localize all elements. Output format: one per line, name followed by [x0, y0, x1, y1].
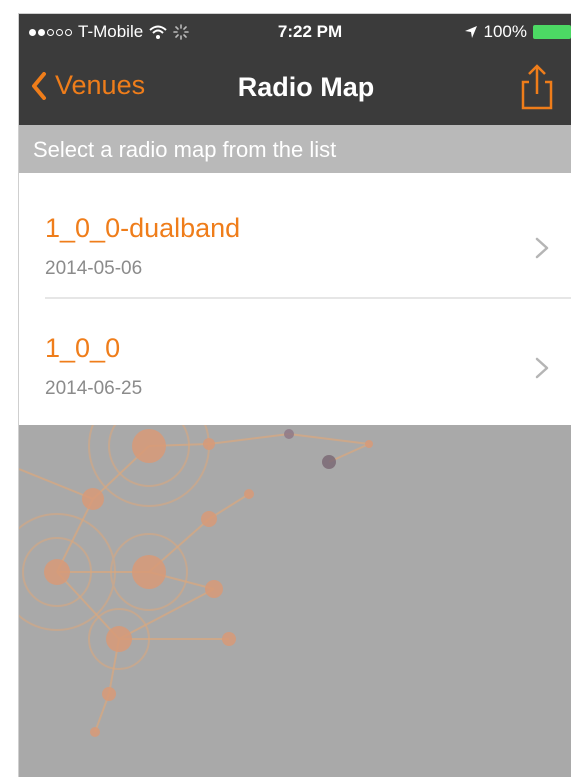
list-item[interactable]: 1_0_0-dualband 2014-05-06: [19, 173, 571, 299]
list-item-date: 2014-06-25: [45, 378, 143, 399]
list-item-title: 1_0_0-dualband: [45, 213, 241, 243]
navigation-bar: Venues Radio Map: [19, 52, 571, 125]
chevron-right-icon: [535, 237, 549, 259]
list-item-title: 1_0_0: [45, 333, 121, 363]
status-bar: T-Mobile 7:22 PM 100%: [19, 14, 571, 52]
battery-icon: [533, 25, 571, 39]
list-item-date: 2014-05-06: [45, 258, 143, 279]
share-icon[interactable]: [515, 62, 559, 112]
subheader-text: Select a radio map from the list: [33, 137, 337, 162]
radio-map-list: 1_0_0-dualband 2014-05-06 1_0_0 2014-06-…: [19, 173, 571, 425]
status-right: 100%: [464, 22, 571, 42]
page-title: Radio Map: [237, 72, 375, 102]
list-item[interactable]: 1_0_0 2014-06-25: [19, 299, 571, 425]
location-arrow-icon: [464, 26, 477, 38]
top-bar: T-Mobile 7:22 PM 100% Venues Radio Map: [19, 14, 571, 125]
subheader: Select a radio map from the list: [19, 125, 571, 173]
screenshot-frame: T-Mobile 7:22 PM 100% Venues Radio Map S…: [0, 0, 571, 777]
app-screen: T-Mobile 7:22 PM 100% Venues Radio Map S…: [19, 14, 571, 777]
chevron-right-icon: [535, 357, 549, 379]
battery-percentage: 100%: [483, 22, 527, 41]
